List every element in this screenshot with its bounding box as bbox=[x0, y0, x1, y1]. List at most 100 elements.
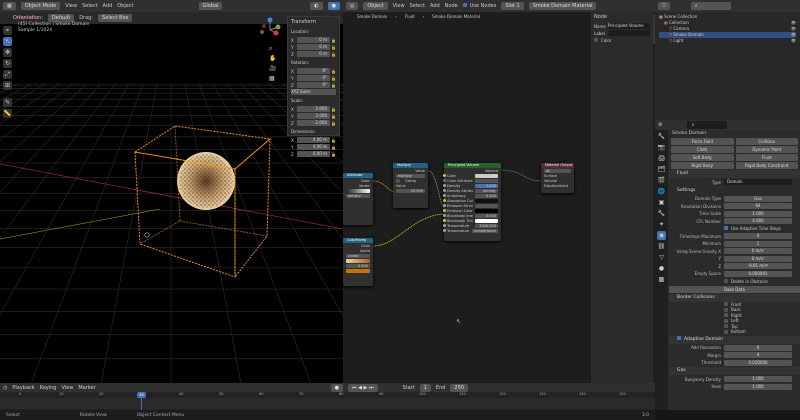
tab-constraints-icon[interactable]: ⛓ bbox=[657, 242, 666, 251]
lock-icon[interactable]: 🔓 bbox=[330, 114, 336, 119]
scale-y-field[interactable]: 2.000 bbox=[297, 113, 330, 119]
tab-texture-icon[interactable]: ▩ bbox=[657, 275, 666, 284]
margin-field[interactable]: 4 bbox=[724, 352, 792, 358]
transform-orientation-dropdown[interactable]: Global bbox=[198, 2, 223, 10]
cursor-tool-icon[interactable]: ⌖ bbox=[3, 26, 12, 35]
clamp-checkbox[interactable]: Clamp bbox=[405, 179, 416, 183]
shading-solid-button[interactable]: ◐ bbox=[310, 2, 323, 10]
navigation-gizmo[interactable] bbox=[258, 16, 282, 44]
outliner-filter-icon[interactable]: ▽ bbox=[658, 2, 670, 10]
fluid-section-header[interactable]: Fluid bbox=[669, 170, 800, 178]
location-z-field[interactable]: 0 m bbox=[297, 51, 330, 57]
annotate-tool-icon[interactable]: ✎ bbox=[3, 98, 12, 107]
dimensions-y-field[interactable]: 4.00 m bbox=[297, 144, 330, 150]
drag-dropdown[interactable]: Select Box bbox=[98, 14, 133, 22]
timesteps-maximum-field[interactable]: 4 bbox=[724, 233, 792, 239]
tab-data-icon[interactable]: ▽ bbox=[657, 253, 666, 262]
measure-tool-icon[interactable]: 📏 bbox=[3, 109, 12, 118]
pan-icon[interactable]: ✋ bbox=[269, 54, 276, 64]
outliner-item[interactable]: ▽ Light 👁 bbox=[659, 38, 796, 44]
record-button[interactable]: ● bbox=[330, 383, 344, 392]
lock-icon[interactable]: 🔓 bbox=[330, 83, 336, 88]
time-scale-field[interactable]: 1.000 bbox=[724, 210, 792, 217]
lock-icon[interactable]: 🔓 bbox=[330, 121, 336, 126]
location-y-field[interactable]: 0 m bbox=[297, 44, 330, 50]
principled-volume-node[interactable]: Principled Volume Volume Color Color Attr… bbox=[442, 163, 501, 241]
rotation-mode-dropdown[interactable]: XYZ Euler bbox=[291, 89, 336, 95]
input-socket[interactable] bbox=[442, 209, 446, 212]
timeline-editor-icon[interactable]: ◷ bbox=[3, 385, 7, 391]
dimensions-x-field[interactable]: 4.00 m bbox=[297, 137, 330, 143]
menu-view[interactable]: View bbox=[65, 3, 77, 9]
gas-section-header[interactable]: Gas bbox=[669, 367, 800, 375]
border-bottom-checkbox[interactable]: Bottom bbox=[669, 329, 800, 335]
playback-controls[interactable]: ⏮ ◀ ▶ ⏭ bbox=[348, 383, 378, 392]
tab-particles-icon[interactable]: ✦ bbox=[657, 220, 666, 229]
scale-tool-icon[interactable]: ⤢ bbox=[3, 70, 12, 79]
input-field[interactable] bbox=[475, 173, 498, 178]
tab-material-icon[interactable]: ● bbox=[657, 264, 666, 273]
target-dropdown[interactable]: All bbox=[544, 168, 571, 173]
input-field[interactable]: temperature bbox=[472, 228, 498, 233]
domain-type-field[interactable]: Gas bbox=[724, 195, 792, 202]
input-socket[interactable] bbox=[442, 179, 446, 182]
adaptive-domain-section-header[interactable]: Adaptive Domain bbox=[669, 335, 800, 344]
input-socket[interactable] bbox=[442, 199, 446, 202]
tab-world-icon[interactable]: 🌐 bbox=[657, 187, 666, 196]
tab-render-icon[interactable]: 📷 bbox=[657, 143, 666, 152]
operation-dropdown[interactable]: Multiply bbox=[396, 173, 425, 178]
input-field[interactable] bbox=[475, 203, 498, 208]
perspective-icon[interactable]: ▦ bbox=[269, 74, 276, 84]
ramp-preview[interactable] bbox=[346, 188, 370, 193]
buoyancy-density-field[interactable]: 1.000 bbox=[724, 376, 792, 382]
using-scene-gravity-x-field[interactable]: 0 m/s² bbox=[724, 248, 792, 254]
cloth-button[interactable]: Cloth bbox=[671, 146, 734, 153]
timeline-track[interactable] bbox=[0, 398, 655, 409]
zoom-icon[interactable]: ⌕ bbox=[269, 44, 276, 54]
input-field[interactable] bbox=[475, 178, 498, 183]
rigid-body-button[interactable]: Rigid Body bbox=[671, 162, 734, 169]
shading-rendered-button[interactable]: ● bbox=[327, 2, 340, 10]
threshold-field[interactable]: 0.020000 bbox=[724, 359, 792, 366]
scale-x-field[interactable]: 2.000 bbox=[297, 106, 330, 112]
resolution-divisions-field[interactable]: 64 bbox=[724, 203, 792, 209]
ramp-pos-field[interactable]: 0.500 bbox=[346, 263, 370, 268]
input-field[interactable]: density bbox=[475, 188, 498, 193]
input-socket[interactable] bbox=[442, 194, 446, 197]
editor-type-button[interactable]: ▦ bbox=[3, 2, 16, 10]
principled-input-row[interactable]: Temperature Attributetemperature bbox=[442, 228, 501, 233]
bake-data-button[interactable]: Bake Data bbox=[669, 285, 800, 293]
menu-marker[interactable]: Marker bbox=[78, 385, 95, 391]
y-field[interactable]: 0 m/s² bbox=[724, 255, 792, 262]
lock-icon[interactable]: 🔓 bbox=[330, 38, 336, 43]
settings-section-header[interactable]: Settings bbox=[669, 187, 800, 195]
input-socket[interactable] bbox=[442, 229, 446, 232]
outliner[interactable]: ▽ ⌕ ▦ Scene Collection ▦ Collection 👁 ▽ Cam… bbox=[655, 0, 800, 120]
attribute-node[interactable]: Attribute Color Vector density bbox=[343, 173, 373, 225]
menu-object[interactable]: Object bbox=[117, 3, 133, 9]
input-socket[interactable] bbox=[442, 189, 446, 192]
delete-in-obstacle-checkbox[interactable]: Delete in Obstacle bbox=[724, 278, 768, 284]
tab-modifiers-icon[interactable]: 🔧 bbox=[657, 209, 666, 218]
fluid-button[interactable]: Fluid bbox=[735, 154, 798, 161]
visibility-icon[interactable]: 👁 bbox=[791, 38, 796, 44]
rotate-tool-icon[interactable]: ↻ bbox=[3, 59, 12, 68]
3d-viewport[interactable]: ▦ Object Mode View Select Add Object Glo… bbox=[0, 0, 343, 383]
minimum-field[interactable]: 1 bbox=[724, 240, 792, 247]
end-frame-field[interactable]: 250 bbox=[450, 383, 468, 392]
menu-keying[interactable]: Keying bbox=[40, 385, 57, 391]
properties-editor[interactable]: ⚙ ⌕ 🔧 📷 🖨 🗂 🎬 🌐 ▣ 🔧 ✦ ◉ ⛓ ▽ ● ▩ Smoke Domain Force Fie… bbox=[655, 120, 800, 410]
empty-space-field[interactable]: 0.000001 bbox=[724, 270, 792, 277]
lock-icon[interactable]: 🔓 bbox=[330, 152, 336, 157]
input-field[interactable]: 1.000 bbox=[475, 183, 498, 188]
rotation-y-field[interactable]: 0° bbox=[297, 75, 330, 81]
rotation-z-field[interactable]: 0° bbox=[297, 82, 330, 88]
menu-add[interactable]: Add bbox=[103, 3, 113, 9]
input-field[interactable] bbox=[475, 198, 498, 203]
properties-search-input[interactable]: ⌕ bbox=[687, 121, 728, 129]
outliner-search-input[interactable]: ⌕ bbox=[690, 2, 731, 10]
location-x-field[interactable]: 0 m bbox=[297, 37, 330, 43]
node-name-field[interactable]: Principled Volume bbox=[608, 23, 650, 29]
transform-tool-icon[interactable]: ⊞ bbox=[3, 81, 12, 90]
ramp-color-swatch[interactable] bbox=[346, 268, 370, 273]
